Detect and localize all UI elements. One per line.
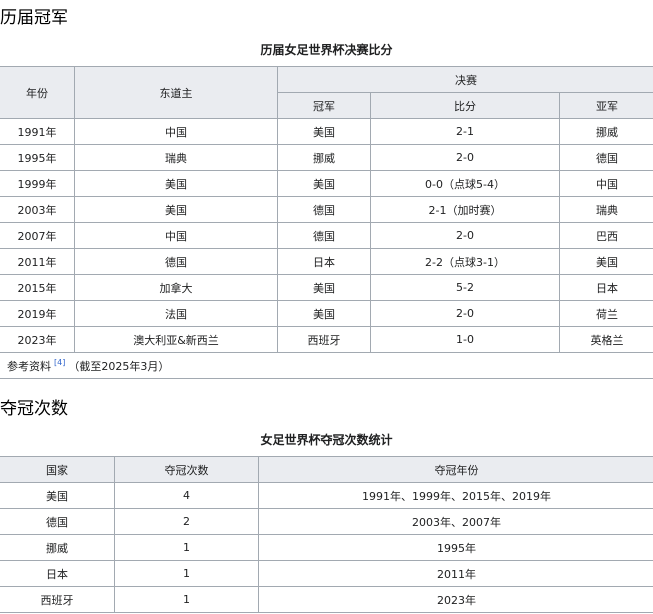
cell-champion: 日本 [277,248,371,275]
footnote-row: 参考资料 [4] （截至2025年3月） [0,352,653,379]
table-row: 2007年 中国 德国 2-0 巴西 [0,222,653,249]
cell-title-years: 1991年、1999年、2015年、2019年 [258,482,653,509]
cell-title-years: 2023年 [258,586,653,613]
table-row: 1995年 瑞典 挪威 2-0 德国 [0,144,653,171]
cell-score: 2-1（加时赛） [370,196,560,223]
cell-champion: 西班牙 [277,326,371,353]
cell-year: 2007年 [0,222,75,249]
footnote-suffix: （截至2025年3月） [68,359,170,373]
cell-titles: 4 [114,482,259,509]
table-row: 1991年 中国 美国 2-1 挪威 [0,118,653,145]
table-row: 2011年 德国 日本 2-2（点球3-1） 美国 [0,248,653,275]
cell-year: 2011年 [0,248,75,275]
table-row: 挪威 1 1995年 [0,534,653,561]
footnote-prefix: 参考资料 [7,359,51,373]
cell-runner-up: 挪威 [558,118,653,145]
cell-host: 中国 [74,222,278,249]
cell-country: 挪威 [0,534,115,561]
table-row: 2019年 法国 美国 2-0 荷兰 [0,300,653,327]
cell-champion: 美国 [277,274,371,301]
header-year[interactable]: 年份 [0,66,75,119]
cell-score: 1-0 [370,326,560,353]
table-row: 德国 2 2003年、2007年 [0,508,653,535]
cell-year: 2015年 [0,274,75,301]
table-caption-title-counts: 女足世界杯夺冠次数统计 [260,433,393,447]
header-score[interactable]: 比分 [370,92,560,119]
cell-year: 2023年 [0,326,75,353]
cell-titles: 1 [114,586,259,613]
section-heading-title-counts: 夺冠次数 [0,399,68,419]
cell-score: 0-0（点球5-4） [370,170,560,197]
reference-link[interactable]: [4] [54,358,65,367]
cell-champion: 德国 [277,196,371,223]
cell-runner-up: 美国 [558,248,653,275]
cell-champion: 挪威 [277,144,371,171]
cell-score: 5-2 [370,274,560,301]
cell-host: 法国 [74,300,278,327]
cell-runner-up: 英格兰 [558,326,653,353]
cell-host: 德国 [74,248,278,275]
cell-host: 美国 [74,196,278,223]
cell-country: 日本 [0,560,115,587]
cell-titles: 1 [114,534,259,561]
table-row: 2015年 加拿大 美国 5-2 日本 [0,274,653,301]
table-row: 2003年 美国 德国 2-1（加时赛） 瑞典 [0,196,653,223]
cell-runner-up: 瑞典 [558,196,653,223]
cell-score: 2-0 [370,144,560,171]
cell-champion: 美国 [277,300,371,327]
cell-host: 中国 [74,118,278,145]
section-heading-champions: 历届冠军 [0,8,68,28]
cell-title-years: 1995年 [258,534,653,561]
cell-runner-up: 中国 [558,170,653,197]
finals-table: 年份 东道主 决赛 冠军 比分 亚军 1991年 中国 美国 2-1 挪威 19… [0,66,653,379]
header-title-years[interactable]: 夺冠年份 [258,456,653,483]
header-host[interactable]: 东道主 [74,66,278,119]
cell-host: 加拿大 [74,274,278,301]
header-runner-up[interactable]: 亚军 [558,92,653,119]
cell-year: 2019年 [0,300,75,327]
cell-country: 西班牙 [0,586,115,613]
cell-champion: 德国 [277,222,371,249]
cell-year: 1999年 [0,170,75,197]
cell-titles: 1 [114,560,259,587]
table-row: 美国 4 1991年、1999年、2015年、2019年 [0,482,653,509]
cell-champion: 美国 [277,118,371,145]
header-champion[interactable]: 冠军 [277,92,371,119]
header-country[interactable]: 国家 [0,456,115,483]
table-row: 1999年 美国 美国 0-0（点球5-4） 中国 [0,170,653,197]
cell-country: 美国 [0,482,115,509]
cell-score: 2-0 [370,300,560,327]
header-titles[interactable]: 夺冠次数 [114,456,259,483]
cell-champion: 美国 [277,170,371,197]
header-final: 决赛 [276,66,653,93]
table-row: 日本 1 2011年 [0,560,653,587]
cell-title-years: 2003年、2007年 [258,508,653,535]
cell-runner-up: 巴西 [558,222,653,249]
cell-score: 2-0 [370,222,560,249]
cell-host: 瑞典 [74,144,278,171]
cell-runner-up: 日本 [558,274,653,301]
cell-year: 2003年 [0,196,75,223]
cell-runner-up: 德国 [558,144,653,171]
cell-host: 美国 [74,170,278,197]
cell-country: 德国 [0,508,115,535]
table-row: 西班牙 1 2023年 [0,586,653,613]
footnote-cell: 参考资料 [4] （截至2025年3月） [0,352,653,379]
cell-year: 1995年 [0,144,75,171]
cell-host: 澳大利亚&新西兰 [74,326,278,353]
cell-score: 2-2（点球3-1） [370,248,560,275]
cell-titles: 2 [114,508,259,535]
table-caption-finals: 历届女足世界杯决赛比分 [260,43,393,57]
cell-year: 1991年 [0,118,75,145]
cell-score: 2-1 [370,118,560,145]
cell-runner-up: 荷兰 [558,300,653,327]
cell-title-years: 2011年 [258,560,653,587]
title-counts-table: 国家 夺冠次数 夺冠年份 美国 4 1991年、1999年、2015年、2019… [0,456,653,613]
table-row: 2023年 澳大利亚&新西兰 西班牙 1-0 英格兰 [0,326,653,353]
